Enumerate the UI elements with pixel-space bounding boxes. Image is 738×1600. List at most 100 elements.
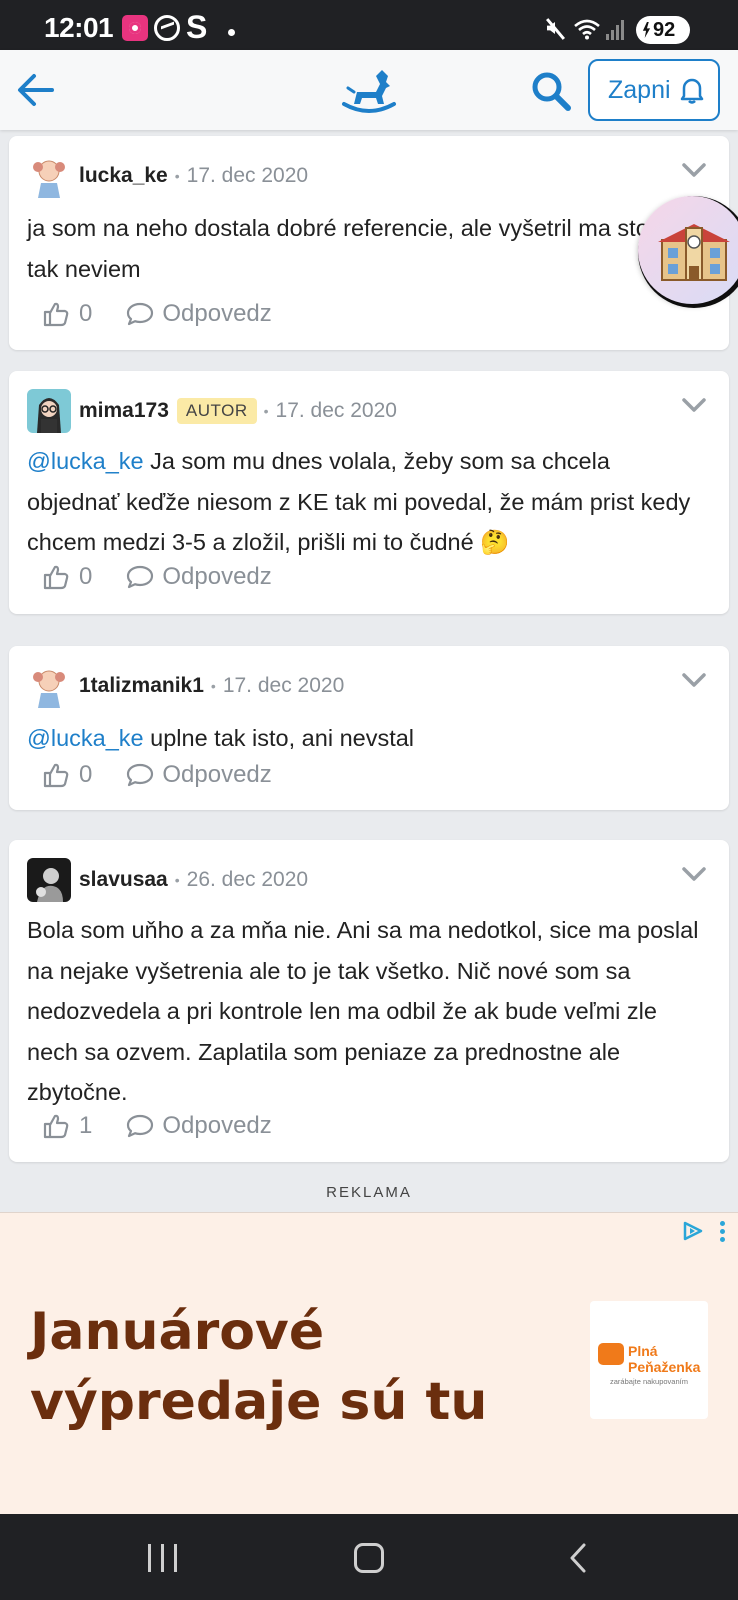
mention-link[interactable]: @lucka_ke: [27, 725, 144, 751]
ad-headline-line2: výpredaje sú tu: [30, 1372, 488, 1432]
wifi-icon: [573, 18, 601, 40]
system-navigation-bar: [0, 1514, 738, 1600]
reply-label: Odpovedz: [162, 761, 272, 788]
separator-dot: •: [263, 403, 269, 419]
thumbs-up-icon: [43, 1114, 69, 1139]
comment-header: mima173 AUTOR • 17. dec 2020: [27, 389, 687, 433]
comment-author[interactable]: slavusaa: [79, 868, 168, 892]
comment-actions: 0 Odpovedz: [43, 758, 272, 792]
thumbs-up-icon: [43, 565, 69, 590]
rocking-horse-icon: [342, 70, 396, 113]
back-button[interactable]: [14, 68, 58, 112]
comment-card: slavusaa • 26. dec 2020 Bola som uňho a …: [9, 840, 729, 1162]
ad-headline: Januárové výpredaje sú tu: [30, 1297, 487, 1437]
thumbs-up-icon: [43, 302, 69, 327]
brand-tagline: zarábajte nakupovaním: [610, 1377, 688, 1386]
brand-name-line1: Plná: [628, 1343, 658, 1359]
brand-logo: Plná Peňaženka zarábajte nakupovaním: [590, 1301, 708, 1419]
thumbs-up-icon: [43, 763, 69, 788]
ad-menu-icon[interactable]: [718, 1219, 726, 1243]
more-notifications-dot-icon: [228, 29, 235, 36]
comment-author[interactable]: mima173: [79, 399, 169, 423]
separator-dot: •: [174, 168, 180, 184]
like-count: 0: [79, 761, 93, 788]
speech-bubble-icon: [127, 763, 154, 787]
floating-chat-head[interactable]: [638, 196, 738, 308]
avatar[interactable]: [27, 389, 71, 433]
comment-header: slavusaa • 26. dec 2020: [27, 858, 687, 902]
comment-date: 17. dec 2020: [222, 674, 345, 697]
rocking-horse-logo[interactable]: [340, 66, 398, 114]
like-count: 1: [79, 1112, 93, 1139]
flower-app-icon: [122, 15, 148, 41]
arrow-left-icon: [18, 74, 54, 106]
like-count: 0: [79, 563, 93, 590]
avatar[interactable]: [27, 664, 71, 708]
s-app-icon: S: [186, 9, 208, 45]
like-button[interactable]: 0: [43, 761, 92, 789]
advertisement-banner[interactable]: Januárové výpredaje sú tu Plná Peňaženka…: [0, 1212, 738, 1514]
comment-actions: 1 Odpovedz: [43, 1109, 272, 1143]
photo-avatar-icon: [27, 858, 71, 902]
wallet-icon: [598, 1343, 624, 1365]
comment-card: 1talizmanik1 • 17. dec 2020 @lucka_ke up…: [9, 646, 729, 810]
girl-avatar-icon: [27, 664, 71, 708]
ad-section-label: REKLAMA: [326, 1184, 412, 1201]
chevron-down-icon[interactable]: [681, 162, 707, 178]
search-button[interactable]: [528, 68, 574, 114]
home-button[interactable]: [354, 1543, 384, 1573]
separator-dot: •: [210, 678, 216, 694]
comment-body: ja som na neho dostala dobré referencie,…: [27, 215, 687, 282]
comment-actions: 0 Odpovedz: [43, 297, 272, 331]
like-button[interactable]: 1: [43, 1112, 92, 1140]
like-button[interactable]: 0: [43, 300, 92, 328]
comment-card: lucka_ke • 17. dec 2020 ja som na neho d…: [9, 136, 729, 350]
speech-bubble-icon: [127, 302, 154, 326]
woman-glasses-avatar-icon: [27, 389, 71, 433]
status-time: 12:01: [44, 12, 114, 43]
status-bar: 12:01 S 92: [0, 0, 738, 50]
bell-icon: [680, 78, 703, 104]
like-count: 0: [79, 300, 93, 327]
comment-date: 26. dec 2020: [186, 868, 309, 891]
system-back-button[interactable]: [568, 1542, 588, 1574]
comment-text: @lucka_ke uplne tak isto, ani nevstal: [27, 718, 707, 759]
notify-button[interactable]: Zapni: [588, 59, 720, 121]
author-badge: AUTOR: [176, 398, 257, 424]
separator-dot: •: [174, 872, 180, 888]
reply-button[interactable]: Odpovedz: [126, 563, 272, 591]
chevron-down-icon[interactable]: [681, 866, 707, 882]
comment-header: 1talizmanik1 • 17. dec 2020: [27, 664, 687, 708]
reply-button[interactable]: Odpovedz: [126, 300, 272, 328]
comment-text: @lucka_ke Ja som mu dnes volala, žeby so…: [27, 441, 707, 563]
chevron-down-icon[interactable]: [681, 397, 707, 413]
mute-icon: [545, 18, 565, 38]
app-bar: Zapni: [0, 50, 738, 130]
ad-choices-icon[interactable]: [681, 1220, 705, 1242]
reply-button[interactable]: Odpovedz: [126, 1112, 272, 1140]
comment-text: Bola som uňho a za mňa nie. Ani sa ma ne…: [27, 910, 707, 1113]
speech-bubble-icon: [127, 1114, 154, 1138]
comment-body: uplne tak isto, ani nevstal: [150, 725, 415, 751]
ad-headline-line1: Januárové: [30, 1302, 325, 1362]
search-icon: [532, 72, 571, 111]
avatar[interactable]: [27, 154, 71, 198]
comment-card: mima173 AUTOR • 17. dec 2020 @lucka_ke J…: [9, 371, 729, 614]
floating-button-face: [638, 196, 738, 304]
recent-apps-button[interactable]: [148, 1544, 178, 1572]
brand-name-line2: Peňaženka: [628, 1359, 701, 1375]
mention-link[interactable]: @lucka_ke: [27, 448, 144, 474]
signal-icon: [606, 18, 628, 40]
avatar[interactable]: [27, 858, 71, 902]
girl-avatar-icon: [27, 154, 71, 198]
comment-author[interactable]: lucka_ke: [79, 164, 168, 188]
comment-header: lucka_ke • 17. dec 2020: [27, 154, 687, 198]
comment-actions: 0 Odpovedz: [43, 560, 272, 594]
comment-date: 17. dec 2020: [186, 164, 309, 187]
notify-label: Zapni: [608, 75, 671, 104]
chevron-down-icon[interactable]: [681, 672, 707, 688]
brand-name: Plná Peňaženka: [628, 1343, 700, 1375]
comment-author[interactable]: 1talizmanik1: [79, 674, 204, 698]
reply-button[interactable]: Odpovedz: [126, 761, 272, 789]
like-button[interactable]: 0: [43, 563, 92, 591]
